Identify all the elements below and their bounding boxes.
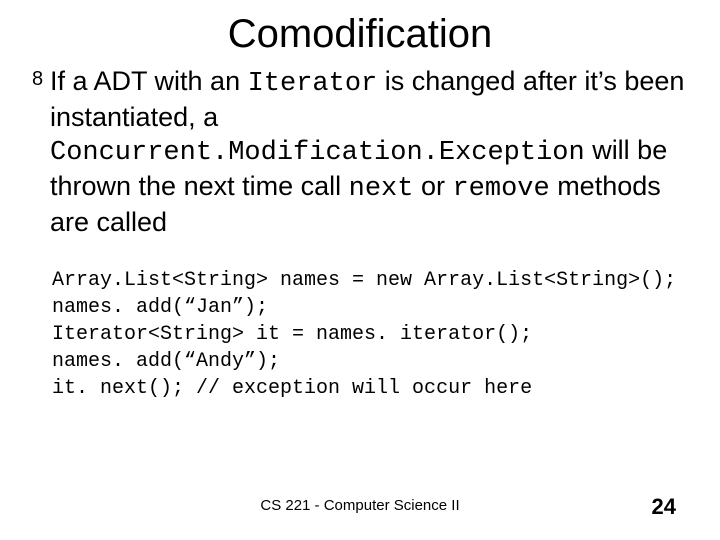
bullet-glyph-icon: 8 [32,65,50,93]
slide-body: 8 If a ADT with an Iterator is changed a… [32,65,692,402]
code-inline: next [349,174,414,204]
code-inline: remove [452,174,549,204]
slide: Comodification 8 If a ADT with an Iterat… [0,0,720,540]
code-line: names. add(“Jan”); [52,296,268,319]
text-seg: If a ADT with an [50,66,248,96]
page-number: 24 [652,494,676,520]
code-line: names. add(“Andy”); [52,350,280,373]
footer-text: CS 221 - Computer Science II [0,497,720,514]
slide-title: Comodification [28,12,692,57]
bullet-text: If a ADT with an Iterator is changed aft… [50,65,692,239]
code-inline: Iterator [248,69,378,99]
code-line: it. next(); // exception will occur here [52,377,532,400]
code-block: Array.List<String> names = new Array.Lis… [52,267,692,402]
bullet-item: 8 If a ADT with an Iterator is changed a… [32,65,692,239]
code-line: Iterator<String> it = names. iterator(); [52,323,532,346]
code-inline: Concurrent.Modification.Exception [50,138,585,168]
text-seg: or [413,171,452,201]
code-line: Array.List<String> names = new Array.Lis… [52,269,676,292]
